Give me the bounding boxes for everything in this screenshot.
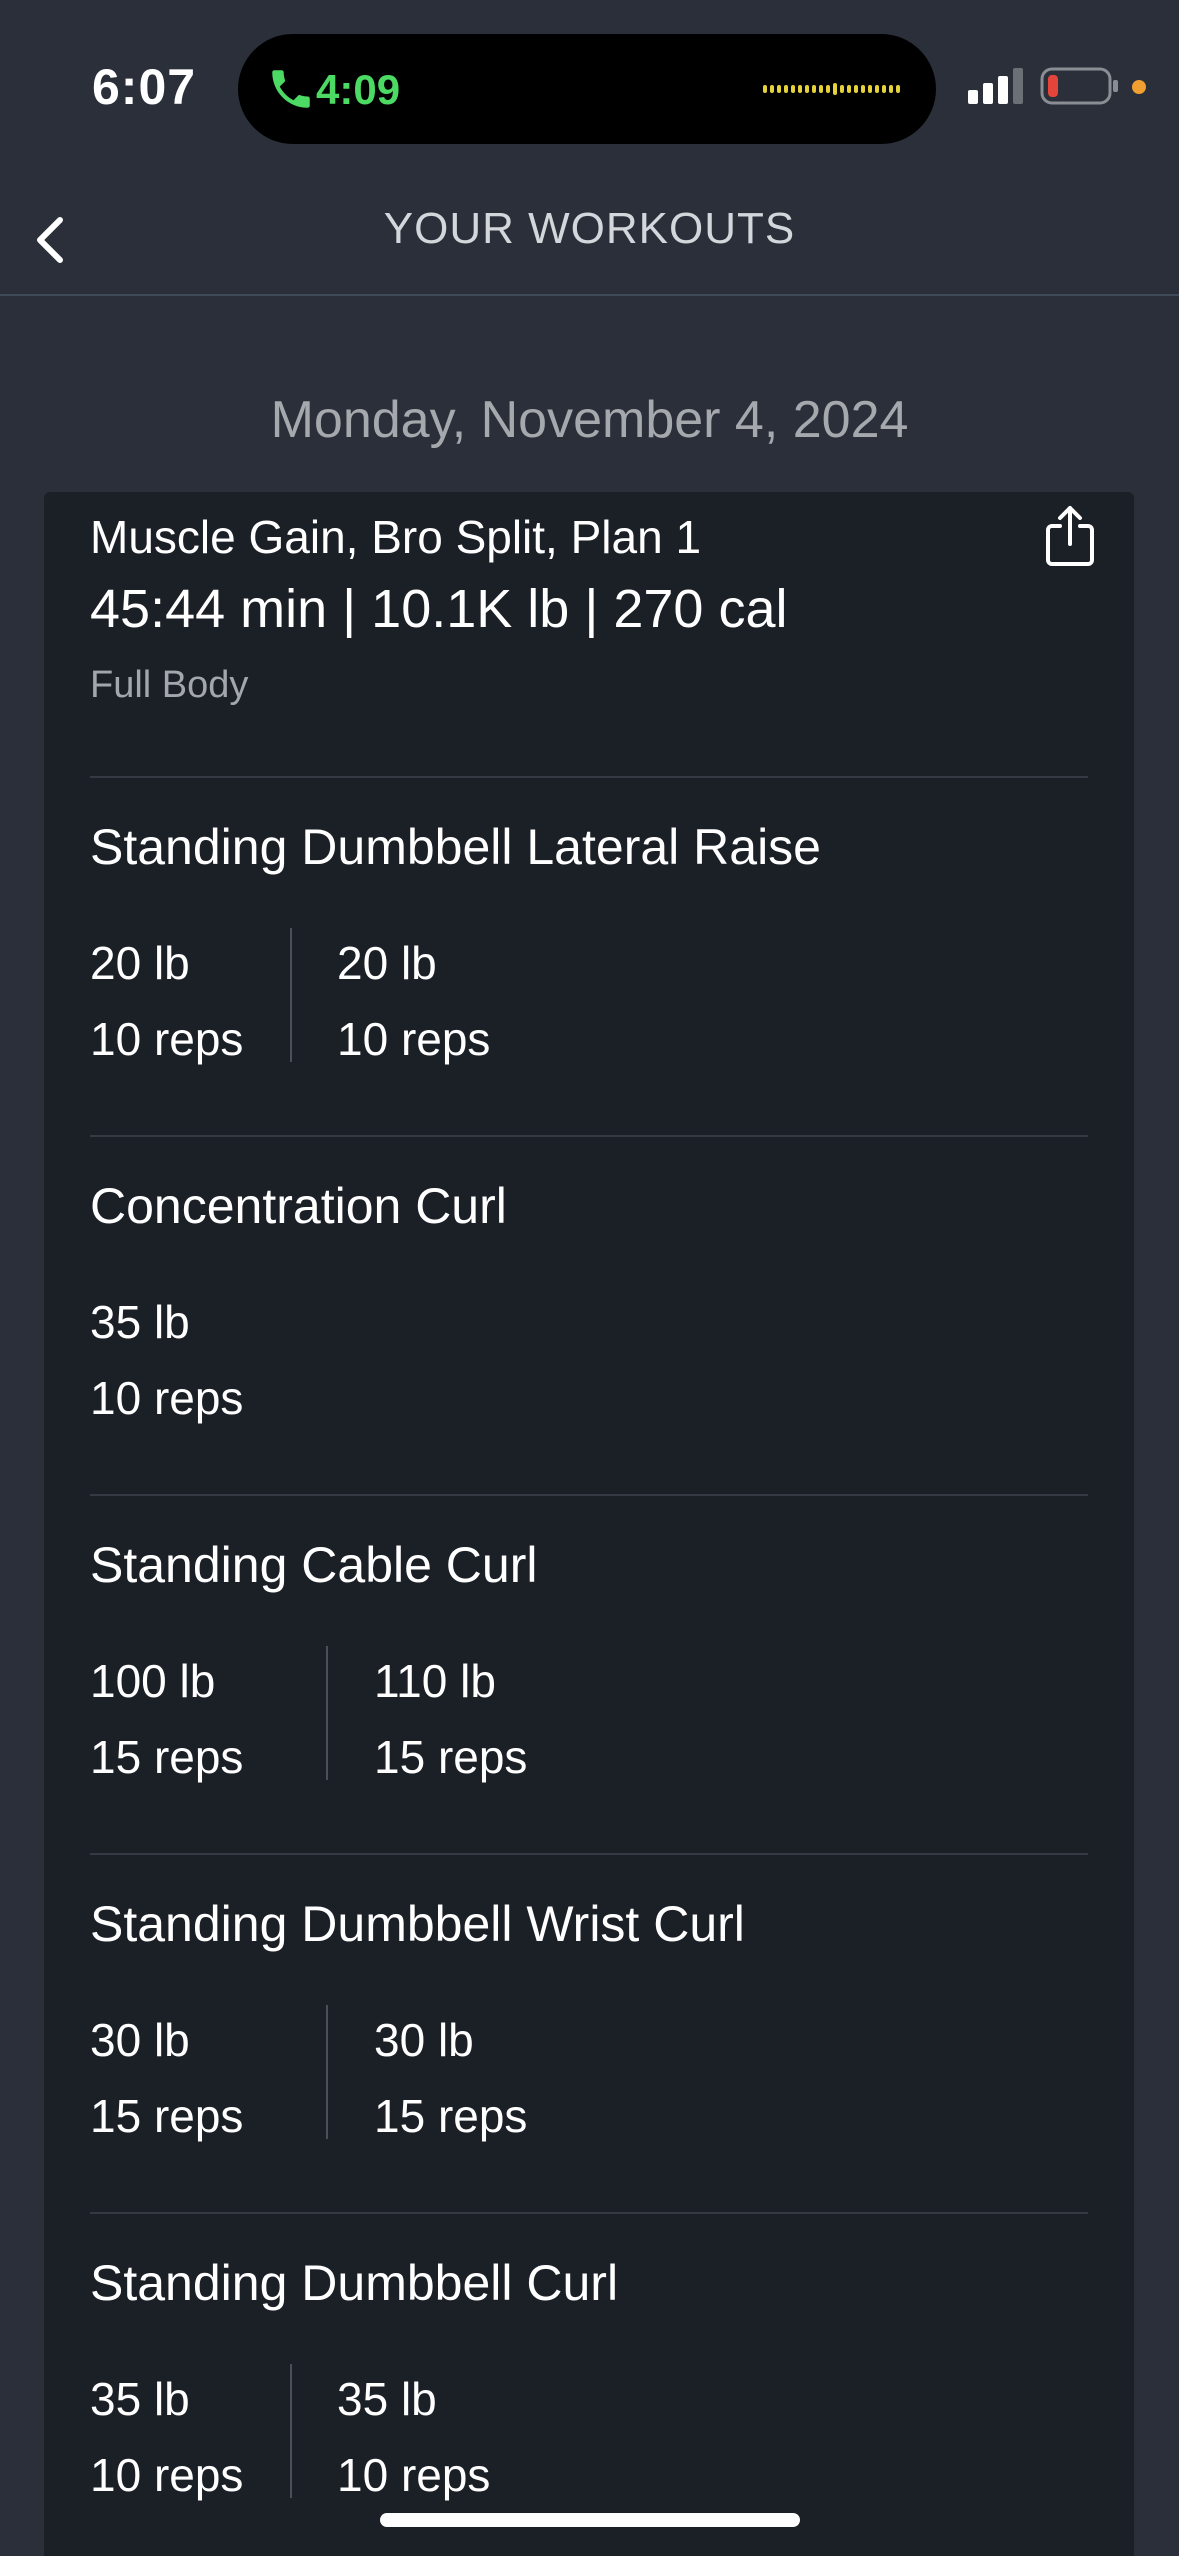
set-entry: 35 lb 10 reps [90,2372,243,2502]
call-duration: 4:09 [316,66,401,113]
battery-low-icon [1040,67,1118,105]
set-entry: 35 lb 10 reps [337,2372,490,2502]
dynamic-island-call[interactable]: 4:09 [238,34,936,144]
page-title: YOUR WORKOUTS [383,204,796,253]
set-entry: 20 lb 10 reps [337,936,490,1066]
set-separator [290,928,292,1062]
set-weight: 30 lb [374,2014,474,2066]
set-weight: 100 lb [90,1655,216,1707]
cellular-signal-icon [968,68,1023,104]
set-reps: 15 reps [374,2090,528,2142]
set-reps: 15 reps [374,1731,528,1783]
set-entry: 30 lb 15 reps [374,2013,527,2143]
set-separator [326,1646,328,1780]
set-entry: 35 lb 10 reps [90,1295,243,1425]
workout-card: Muscle Gain, Bro Split, Plan 1 45:44 min… [44,492,1134,2556]
status-time: 6:07 [92,59,197,115]
set-entry: 100 lb 15 reps [90,1654,243,1784]
nav-header: YOUR WORKOUTS [0,180,1179,296]
privacy-indicator-dot [1132,80,1146,94]
divider [90,1494,1088,1496]
exercise-name: Concentration Curl [90,1178,507,1234]
set-reps: 10 reps [90,1372,244,1424]
divider [90,1853,1088,1855]
exercise-name: Standing Dumbbell Curl [90,2255,619,2311]
phone-icon [272,70,310,108]
status-bar: 6:07 4:09 [0,0,1179,180]
set-weight: 35 lb [90,1296,190,1348]
set-weight: 20 lb [337,937,437,989]
exercise-name: Standing Cable Curl [90,1537,538,1593]
set-reps: 10 reps [90,2449,244,2501]
set-reps: 10 reps [90,1013,244,1065]
divider [90,776,1088,778]
set-weight: 35 lb [90,2373,190,2425]
set-entry: 30 lb 15 reps [90,2013,243,2143]
set-reps: 10 reps [337,2449,491,2501]
set-weight: 110 lb [374,1655,496,1707]
screen: 6:07 4:09 YOUR WORKOUTS Monday, November… [0,0,1179,2556]
home-indicator[interactable] [380,2513,800,2527]
workout-summary: 45:44 min | 10.1K lb | 270 cal [90,579,788,639]
set-separator [326,2005,328,2139]
set-weight: 30 lb [90,2014,190,2066]
set-reps: 15 reps [90,1731,244,1783]
set-weight: 35 lb [337,2373,437,2425]
set-weight: 20 lb [90,937,190,989]
share-icon [1046,506,1094,566]
workout-date: Monday, November 4, 2024 [270,391,909,449]
audio-waveform-icon [763,83,900,95]
exercise-name: Standing Dumbbell Lateral Raise [90,819,821,875]
set-separator [290,2364,292,2498]
set-reps: 15 reps [90,2090,244,2142]
share-button[interactable] [1040,500,1100,572]
plan-name: Muscle Gain, Bro Split, Plan 1 [90,511,702,563]
set-reps: 10 reps [337,1013,491,1065]
divider [90,1135,1088,1137]
workout-category: Full Body [90,664,249,706]
exercise-name: Standing Dumbbell Wrist Curl [90,1896,745,1952]
set-entry: 110 lb 15 reps [374,1654,527,1784]
set-entry: 20 lb 10 reps [90,936,243,1066]
divider [90,2212,1088,2214]
